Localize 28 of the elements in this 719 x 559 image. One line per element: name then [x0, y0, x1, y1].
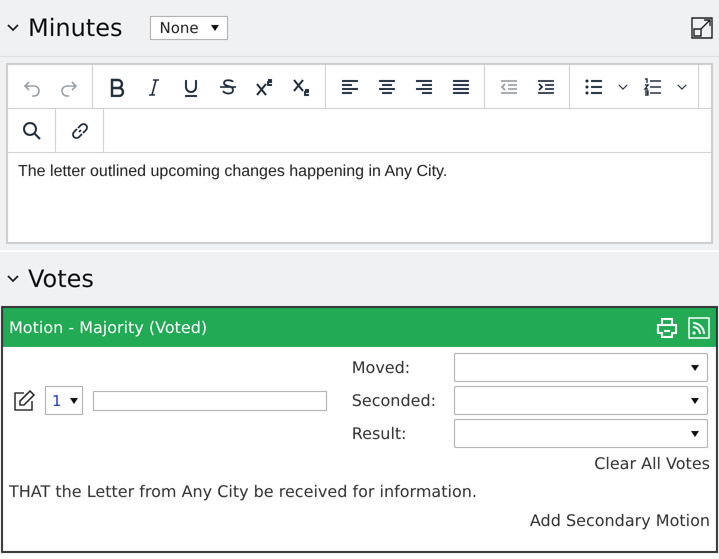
- section-title: Votes: [28, 265, 94, 293]
- add-motion-link[interactable]: Add Secondary Motion: [524, 501, 716, 530]
- caret-icon: [211, 25, 220, 31]
- edit-icon[interactable]: [13, 390, 35, 412]
- motion-text: THAT the Letter from Any City be received for information.: [8, 481, 478, 501]
- field-label: Result:: [352, 424, 408, 443]
- caret-icon: [691, 364, 699, 370]
- numbered-list-icon: [642, 76, 662, 96]
- strikethrough-icon: [218, 76, 238, 96]
- section-title: Minutes: [28, 14, 122, 42]
- bullet-list-icon: [584, 76, 604, 96]
- number-select[interactable]: 1: [45, 386, 83, 415]
- motion-title: Motion - Majority (Voted): [9, 318, 208, 337]
- subscript-icon: [292, 76, 312, 96]
- clear-votes-link[interactable]: Clear All Votes: [588, 448, 716, 473]
- field-label: Seconded:: [352, 391, 436, 410]
- link-icon: [70, 120, 90, 140]
- caret-icon: [70, 398, 78, 404]
- motion-input[interactable]: [93, 390, 327, 410]
- field-label: Moved:: [352, 358, 412, 377]
- format-select[interactable]: None: [150, 16, 228, 40]
- fullscreen-icon[interactable]: [691, 17, 713, 39]
- printer-icon[interactable]: [656, 316, 678, 338]
- caret-icon: [691, 398, 699, 404]
- superscript-icon: [254, 76, 274, 96]
- rss-icon[interactable]: [688, 316, 710, 338]
- caret-icon: [691, 430, 699, 436]
- search-icon: [22, 120, 42, 140]
